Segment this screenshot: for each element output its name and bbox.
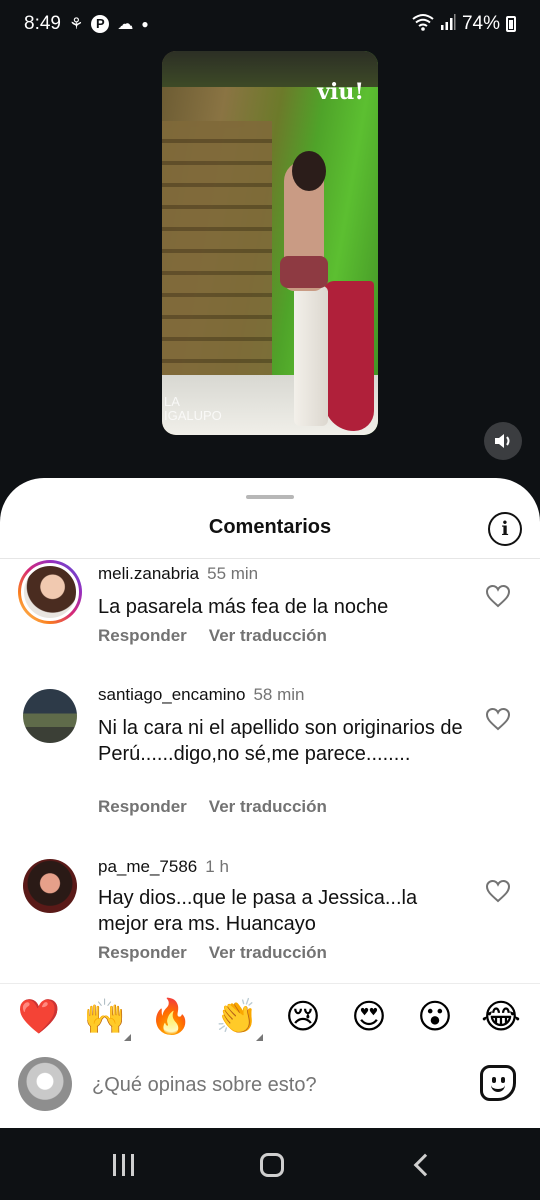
my-avatar	[18, 1057, 72, 1111]
emoji-crying[interactable]: 😢	[280, 994, 326, 1040]
comments-sheet: Comentarios i meli.zanabria 55 min La pas…	[0, 478, 540, 1128]
pinterest-icon: P	[91, 15, 110, 33]
comment-item: santiago_encamino 58 min Ni la cara ni el…	[0, 683, 540, 833]
avatar[interactable]	[23, 859, 77, 913]
skin-tone-caret-icon	[124, 1034, 131, 1041]
speaker-icon[interactable]	[484, 422, 522, 460]
signal-icon	[440, 13, 456, 36]
divider	[0, 558, 540, 559]
comment-item: meli.zanabria 55 min La pasarela más fea …	[0, 560, 540, 670]
heart-icon[interactable]	[485, 707, 511, 731]
comment-item: pa_me_7586 1 h Hay dios...que le pasa a J…	[0, 855, 540, 975]
emoji-bar: ❤️ 🙌 🔥 👏 😢 😍 😮 😂	[0, 983, 540, 1063]
comment-input[interactable]	[92, 1069, 452, 1101]
battery-icon	[506, 16, 516, 32]
translate-button[interactable]: Ver traducción	[209, 797, 327, 816]
avatar[interactable]	[23, 689, 77, 743]
comment-text: La pasarela más fea de la noche	[98, 596, 389, 618]
comment-username[interactable]: pa_me_7586	[98, 857, 197, 876]
translate-button[interactable]: Ver traducción	[209, 626, 327, 645]
sheet-title: Comentarios	[208, 516, 332, 538]
reply-button[interactable]: Responder	[98, 797, 187, 816]
cloud-icon: ☁	[117, 16, 134, 33]
comment-time: 58 min	[253, 685, 305, 704]
heart-icon[interactable]	[485, 584, 511, 608]
emoji-laughing[interactable]: 😂	[478, 994, 524, 1040]
comment-username[interactable]: santiago_encamino	[98, 685, 245, 704]
skin-tone-caret-icon	[256, 1034, 263, 1041]
emoji-clapping[interactable]: 👏	[214, 994, 260, 1040]
emoji-surprised[interactable]: 😮	[412, 994, 458, 1040]
heart-icon[interactable]	[485, 879, 511, 903]
reply-button[interactable]: Responder	[98, 943, 187, 962]
channel-watermark: LA IGALUPO	[164, 394, 222, 423]
dot-icon: ●	[141, 17, 149, 31]
comment-text: Hay dios...que le pasa a Jessica...la me…	[98, 887, 418, 935]
emoji-raised-hands[interactable]: 🙌	[82, 994, 128, 1040]
viu-logo: viu!	[317, 79, 364, 105]
emoji-heart[interactable]: ❤️	[16, 994, 62, 1040]
avatar[interactable]	[18, 560, 82, 624]
wifi-icon	[412, 13, 434, 36]
comment-username[interactable]: meli.zanabria	[98, 564, 199, 583]
comment-time: 55 min	[207, 564, 259, 583]
drag-handle[interactable]	[246, 495, 294, 499]
system-nav-bar	[0, 1128, 540, 1200]
wind-sail-icon: ⚘	[68, 16, 84, 33]
recents-icon[interactable]	[108, 1150, 138, 1180]
sticker-icon[interactable]	[480, 1065, 516, 1101]
comment-time: 1 h	[205, 857, 229, 876]
battery-percent: 74%	[461, 13, 500, 34]
reply-button[interactable]: Responder	[98, 626, 187, 645]
status-time: 8:49	[24, 13, 61, 34]
video-thumbnail[interactable]: viu! LA IGALUPO	[162, 51, 378, 435]
status-bar: 8:49 ⚘ P ☁ ● 74%	[0, 0, 540, 48]
back-icon[interactable]	[410, 1150, 440, 1180]
emoji-heart-eyes[interactable]: 😍	[346, 994, 392, 1040]
translate-button[interactable]: Ver traducción	[209, 943, 327, 962]
comment-composer	[0, 1053, 540, 1123]
video-area: viu! LA IGALUPO	[0, 48, 540, 488]
info-icon[interactable]: i	[488, 512, 522, 546]
emoji-fire[interactable]: 🔥	[148, 994, 194, 1040]
home-icon[interactable]	[258, 1150, 286, 1180]
comment-text: Ni la cara ni el apellido son originario…	[98, 717, 463, 765]
